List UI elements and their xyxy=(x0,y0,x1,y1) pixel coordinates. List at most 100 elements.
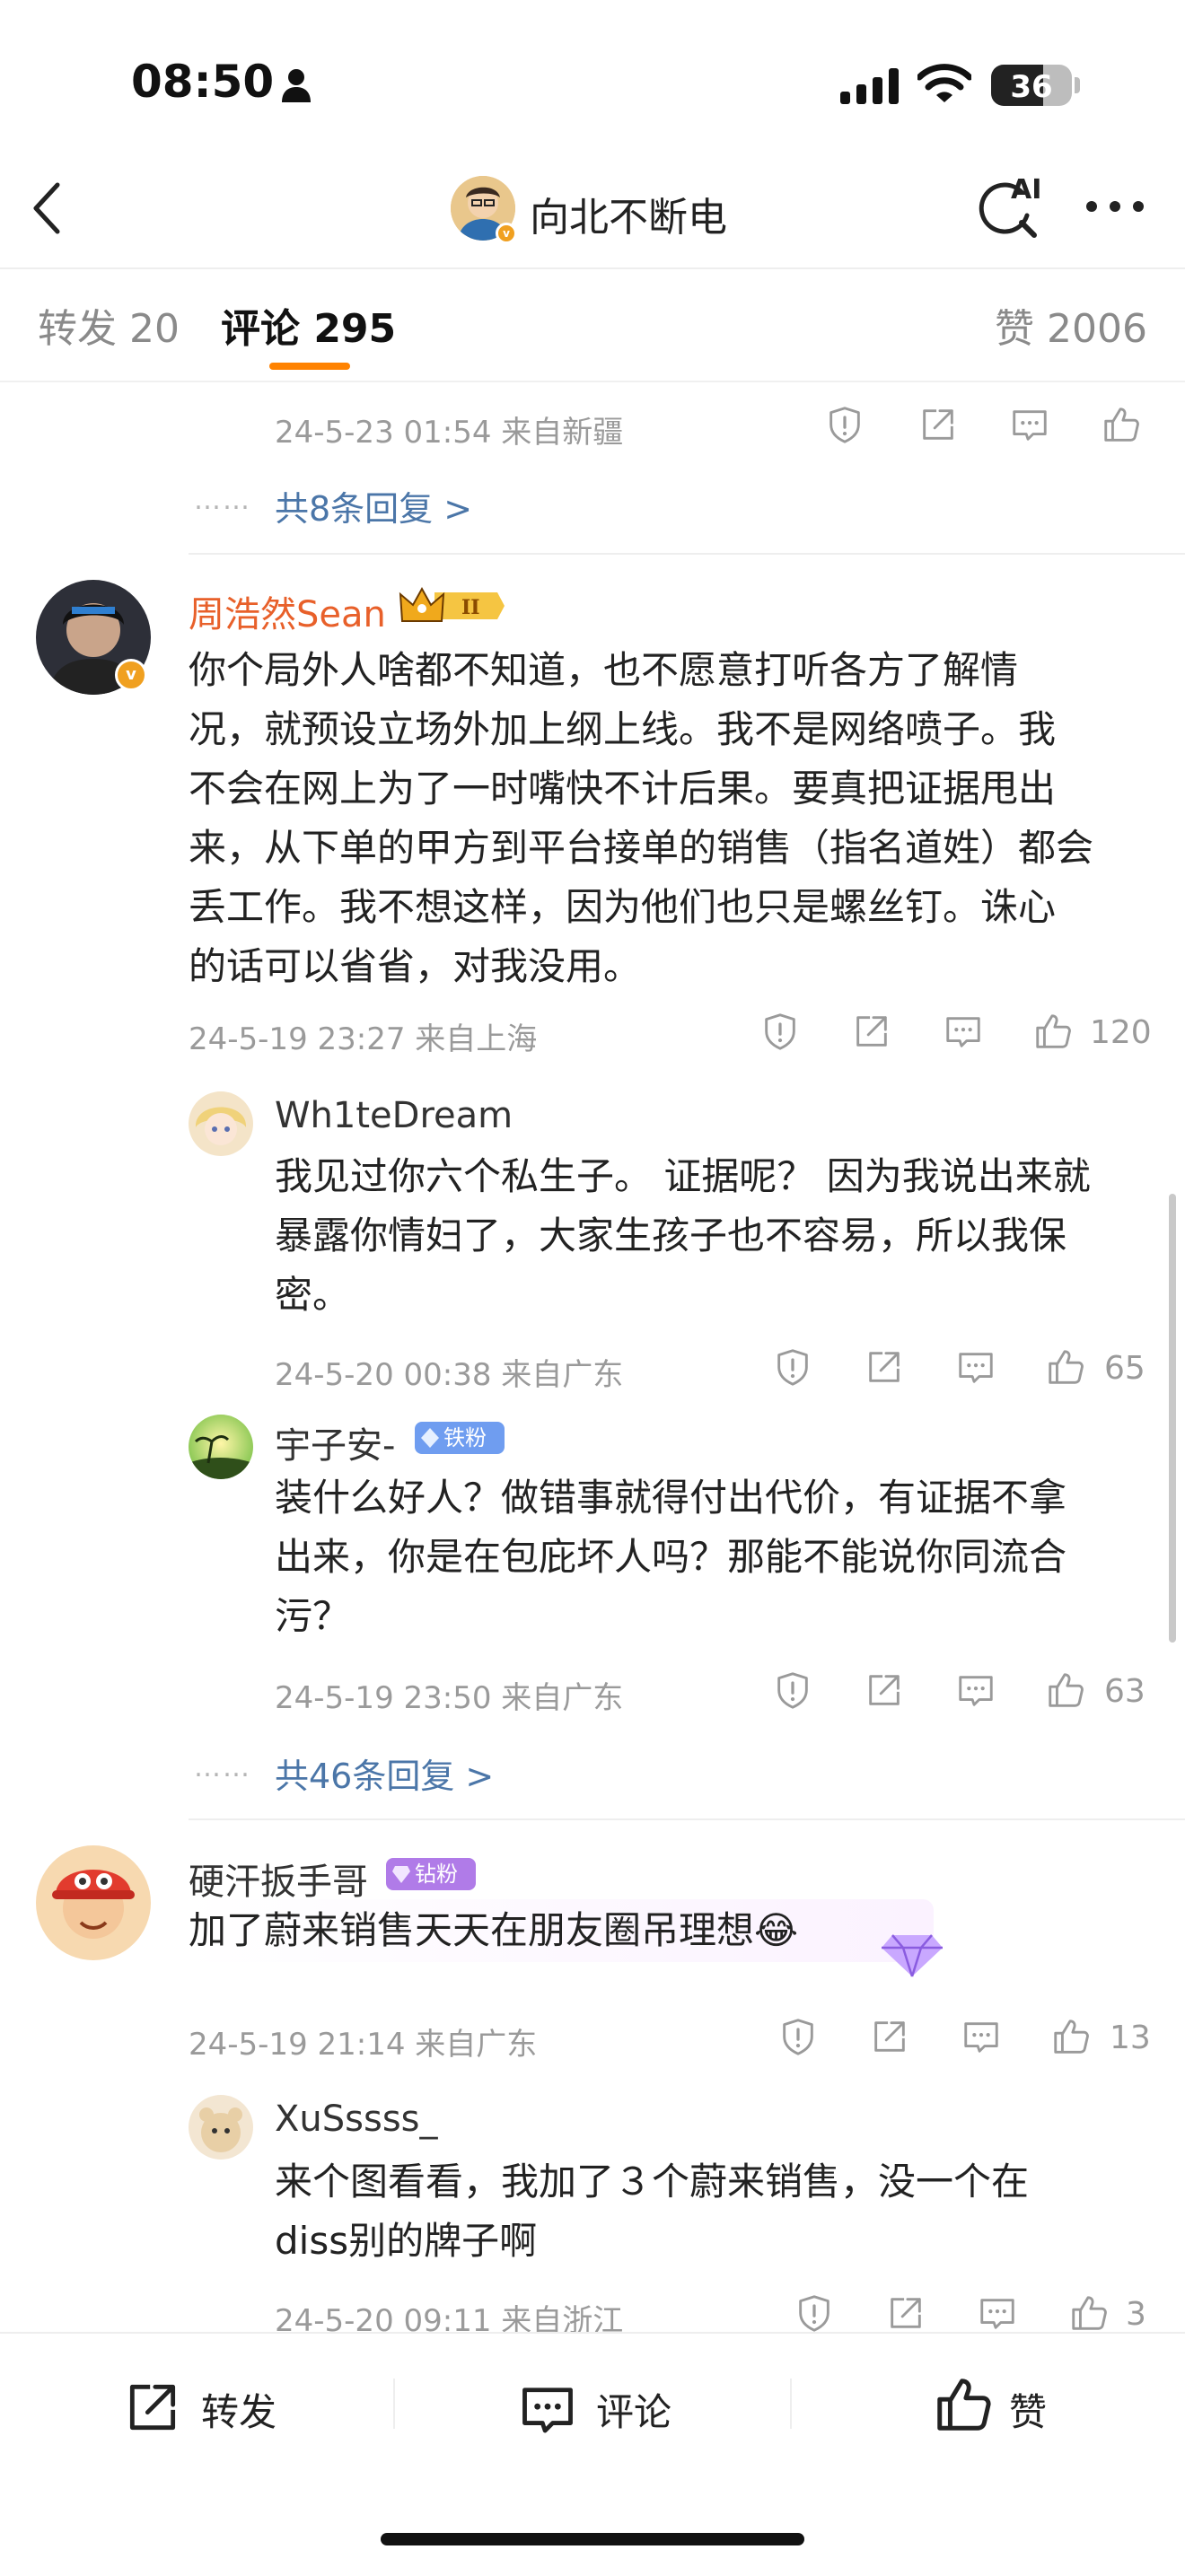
comment-username[interactable]: 周浩然Sean xyxy=(189,585,386,637)
comment-meta: 24-5-23 01:54 来自新疆 xyxy=(275,415,624,451)
diamond-decoration-icon xyxy=(882,1934,943,1977)
reply-line: 来个图看看，我加了３个蔚来销售，没一个在 xyxy=(275,2160,1030,2204)
comment-button-icon[interactable] xyxy=(517,2379,578,2440)
comment-icon[interactable] xyxy=(955,1669,996,1711)
page-title: 向北不断电 xyxy=(530,195,727,241)
cellular-signal-icon xyxy=(840,68,900,104)
svg-text:II: II xyxy=(461,596,480,619)
reply-line: 我见过你六个私生子。 证据呢？ 因为我说出来就 xyxy=(275,1154,1091,1198)
report-icon[interactable] xyxy=(772,1669,813,1711)
reply-line: 暴露你情妇了，大家生孩子也不容易，所以我保 xyxy=(275,1214,1067,1257)
nav-divider xyxy=(0,267,1185,269)
comment-button[interactable]: 评论 xyxy=(596,2382,672,2437)
bottom-bar-separator xyxy=(393,2379,395,2429)
comment-line: 你个局外人啥都不知道，也不愿意打听各方了解情 xyxy=(189,648,1019,692)
avatar[interactable] xyxy=(189,1091,253,1156)
battery-level: 36 xyxy=(1010,69,1053,105)
comment-text: 加了蔚来销售天天在朋友圈吊理想😂 xyxy=(189,1901,979,1960)
more-replies-link[interactable]: 共8条回复 > xyxy=(275,481,472,530)
report-icon[interactable] xyxy=(759,1011,801,1052)
reply-username[interactable]: 宇子安- xyxy=(275,1416,395,1468)
repost-button[interactable]: 转发 xyxy=(201,2382,276,2437)
battery-icon: 36 xyxy=(991,65,1072,106)
comment-icon[interactable] xyxy=(977,2292,1018,2334)
comment-divider xyxy=(189,553,1185,555)
reply-text: 我见过你六个私生子。 证据呢？ 因为我说出来就 暴露你情妇了，大家生孩子也不容易… xyxy=(275,1147,1163,1325)
vip-crown-badge-icon: II xyxy=(399,586,505,622)
like-icon[interactable] xyxy=(1045,1346,1086,1388)
diamond-badge-icon xyxy=(392,1866,410,1883)
comment-icon[interactable] xyxy=(955,1346,996,1388)
fan-badge: 铁粉5 xyxy=(415,1422,505,1483)
report-icon[interactable] xyxy=(777,2016,819,2057)
bottom-bar-separator xyxy=(790,2379,792,2429)
active-tab-indicator xyxy=(269,363,350,370)
comment-icon[interactable] xyxy=(961,2016,1002,2057)
like-button[interactable]: 赞 xyxy=(1009,2382,1047,2437)
tab-comments[interactable]: 评论 295 xyxy=(221,296,396,354)
reply-text: 装什么好人？做错事就得付出代价，有证据不拿 出来，你是在包庇坏人吗？那能不能说你… xyxy=(275,1468,1163,1646)
like-count: 3 xyxy=(1126,2296,1146,2333)
share-icon[interactable] xyxy=(869,2016,910,2057)
comment-line: 况，就预设立场外加上纲上线。我不是网络喷子。我 xyxy=(189,707,1057,751)
avatar[interactable] xyxy=(189,2095,253,2160)
like-count: 13 xyxy=(1110,2020,1151,2056)
comment-meta: 24-5-19 21:14 来自广东 xyxy=(189,2027,538,2063)
reply-username[interactable]: Wh1teDream xyxy=(275,1095,513,1136)
report-icon[interactable] xyxy=(772,1346,813,1388)
tabs-divider xyxy=(0,381,1185,382)
reply-dots: …… xyxy=(194,1752,251,1783)
report-icon[interactable] xyxy=(824,404,865,445)
comment-text: 你个局外人啥都不知道，也不愿意打听各方了解情 况，就预设立场外加上纲上线。我不是… xyxy=(189,641,1158,996)
status-time: 08:50 xyxy=(131,56,275,108)
repost-icon[interactable] xyxy=(122,2377,183,2438)
reply-meta: 24-5-20 00:38 来自广东 xyxy=(275,1357,624,1393)
like-count: 120 xyxy=(1090,1014,1152,1051)
back-icon[interactable] xyxy=(27,180,66,237)
comment-icon[interactable] xyxy=(1009,404,1050,445)
like-button-icon[interactable] xyxy=(932,2373,995,2436)
person-icon xyxy=(282,69,311,102)
comment-line: 丢工作。我不想这样，因为他们也只是螺丝钉。诛心 xyxy=(189,885,1057,929)
more-replies-link[interactable]: 共46条回复 > xyxy=(275,1748,494,1798)
like-icon[interactable] xyxy=(1050,2016,1092,2057)
reply-line: diss别的牌子啊 xyxy=(275,2219,538,2263)
reply-dots: …… xyxy=(194,485,251,516)
avatar[interactable] xyxy=(36,1845,151,1960)
verified-badge-icon: v xyxy=(496,223,517,244)
comment-icon[interactable] xyxy=(943,1011,984,1052)
reply-line: 污？ xyxy=(275,1594,351,1638)
tab-repost[interactable]: 转发 20 xyxy=(38,296,180,354)
ai-label: AI xyxy=(1011,174,1042,206)
share-icon[interactable] xyxy=(864,1346,905,1388)
reply-line: 出来，你是在包庇坏人吗？那能不能说你同流合 xyxy=(275,1535,1067,1579)
comment-username[interactable]: 硬汗扳手哥 xyxy=(189,1853,368,1905)
share-icon[interactable] xyxy=(917,404,959,445)
avatar[interactable] xyxy=(189,1415,253,1479)
reply-meta: 24-5-19 23:50 来自广东 xyxy=(275,1680,624,1716)
like-count: 63 xyxy=(1104,1673,1146,1710)
comment-divider xyxy=(189,1818,1185,1820)
like-icon[interactable] xyxy=(1032,1011,1074,1052)
comment-line: 的话可以省省，对我没用。 xyxy=(189,944,642,988)
like-icon[interactable] xyxy=(1045,1669,1086,1711)
comment-line: 不会在网上为了一时嘴快不计后果。要真把证据甩出 xyxy=(189,767,1057,810)
tab-likes[interactable]: 赞 2006 xyxy=(995,296,1147,354)
share-icon[interactable] xyxy=(885,2292,926,2334)
reply-text: 来个图看看，我加了３个蔚来销售，没一个在 diss别的牌子啊 xyxy=(275,2152,1163,2271)
more-options-icon[interactable] xyxy=(1084,199,1146,214)
verified-badge-icon: v xyxy=(115,659,147,691)
wifi-icon xyxy=(917,64,971,102)
report-icon[interactable] xyxy=(794,2292,835,2334)
scrollbar[interactable] xyxy=(1169,1194,1176,1643)
home-indicator[interactable] xyxy=(381,2533,804,2545)
share-icon[interactable] xyxy=(864,1669,905,1711)
reply-line: 密。 xyxy=(275,1273,351,1317)
like-icon[interactable] xyxy=(1068,2292,1110,2334)
reply-line: 装什么好人？做错事就得付出代价，有证据不拿 xyxy=(275,1476,1067,1520)
fan-badge-icon xyxy=(421,1428,439,1448)
fan-badge: 钻粉2 xyxy=(386,1858,476,1919)
like-icon[interactable] xyxy=(1101,404,1142,445)
reply-username[interactable]: XuSssss_ xyxy=(275,2098,438,2140)
share-icon[interactable] xyxy=(851,1011,892,1052)
